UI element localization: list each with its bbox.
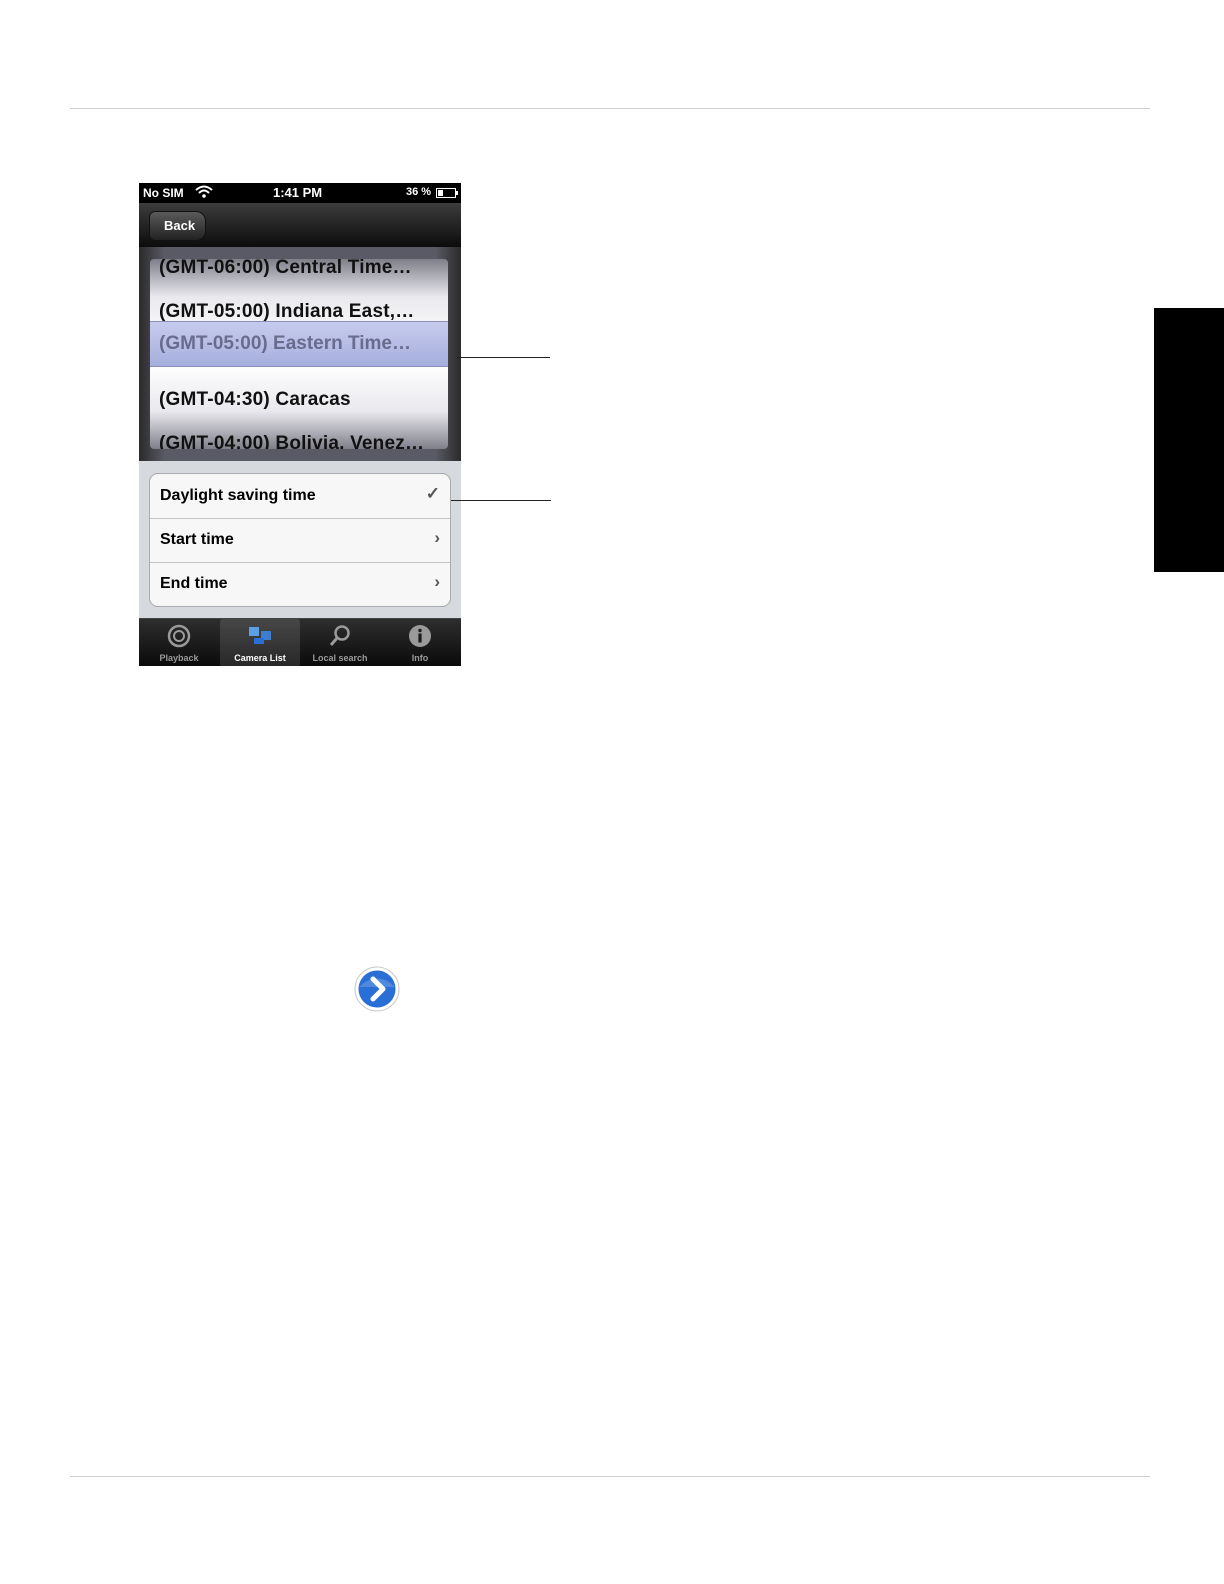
tab-playback[interactable]: Playback bbox=[139, 619, 219, 666]
tab-bar: Playback Camera List Local search Info bbox=[139, 618, 461, 666]
status-bar: No SIM 1:41 PM 36 % bbox=[139, 183, 461, 203]
tab-label: Camera List bbox=[234, 653, 286, 663]
tab-label: Info bbox=[411, 653, 429, 663]
tab-camera-list[interactable]: Camera List bbox=[220, 619, 300, 666]
callout-line-daylight bbox=[451, 500, 551, 501]
daylight-saving-row[interactable]: Daylight saving time ✓ bbox=[150, 474, 450, 519]
start-time-row[interactable]: Start time › bbox=[150, 518, 450, 563]
header-rule bbox=[70, 108, 1150, 109]
picker-row[interactable]: (GMT-04:00) Bolivia, Venez… bbox=[159, 433, 424, 449]
footer-rule bbox=[70, 1476, 1150, 1477]
playback-icon bbox=[167, 624, 191, 648]
info-icon bbox=[408, 624, 432, 648]
phone-screenshot: No SIM 1:41 PM 36 % Back (GMT-06:00) Cen… bbox=[139, 183, 461, 666]
start-time-label: Start time bbox=[160, 531, 234, 548]
wifi-icon bbox=[195, 185, 213, 202]
navigation-bar: Back bbox=[139, 203, 461, 248]
daylight-saving-label: Daylight saving time bbox=[160, 487, 316, 504]
back-button[interactable]: Back bbox=[149, 211, 207, 241]
disclosure-arrow-icon bbox=[354, 966, 400, 1012]
tab-label: Local search bbox=[312, 653, 368, 663]
battery-icon bbox=[436, 188, 458, 198]
tab-label: Playback bbox=[159, 653, 199, 663]
settings-table: Daylight saving time ✓ Start time › End … bbox=[149, 473, 451, 607]
end-time-row[interactable]: End time › bbox=[150, 562, 450, 606]
battery-percent: 36 % bbox=[406, 186, 432, 198]
picker-row[interactable]: (GMT-04:30) Caracas bbox=[159, 389, 351, 411]
picker-row[interactable]: (GMT-06:00) Central Time… bbox=[159, 259, 412, 279]
settings-group: Daylight saving time ✓ Start time › End … bbox=[139, 461, 461, 618]
picker-selected-row[interactable]: (GMT-05:00) Eastern Time… bbox=[159, 333, 411, 355]
checkmark-icon: ✓ bbox=[425, 484, 440, 503]
tab-info[interactable]: Info bbox=[380, 619, 460, 666]
callout-line-timezone bbox=[457, 357, 550, 358]
search-icon bbox=[328, 624, 352, 648]
clock-label: 1:41 PM bbox=[273, 185, 323, 200]
carrier-label: No SIM bbox=[143, 186, 184, 200]
chapter-side-tab bbox=[1154, 308, 1224, 572]
chevron-right-icon: › bbox=[434, 528, 440, 547]
end-time-label: End time bbox=[160, 575, 228, 592]
camera-list-icon bbox=[248, 624, 272, 648]
timezone-picker[interactable]: (GMT-06:00) Central Time… (GMT-05:00) In… bbox=[139, 247, 461, 461]
tab-local-search[interactable]: Local search bbox=[300, 619, 380, 666]
chevron-right-icon: › bbox=[434, 572, 440, 591]
picker-row[interactable]: (GMT-05:00) Indiana East,… bbox=[159, 301, 414, 323]
